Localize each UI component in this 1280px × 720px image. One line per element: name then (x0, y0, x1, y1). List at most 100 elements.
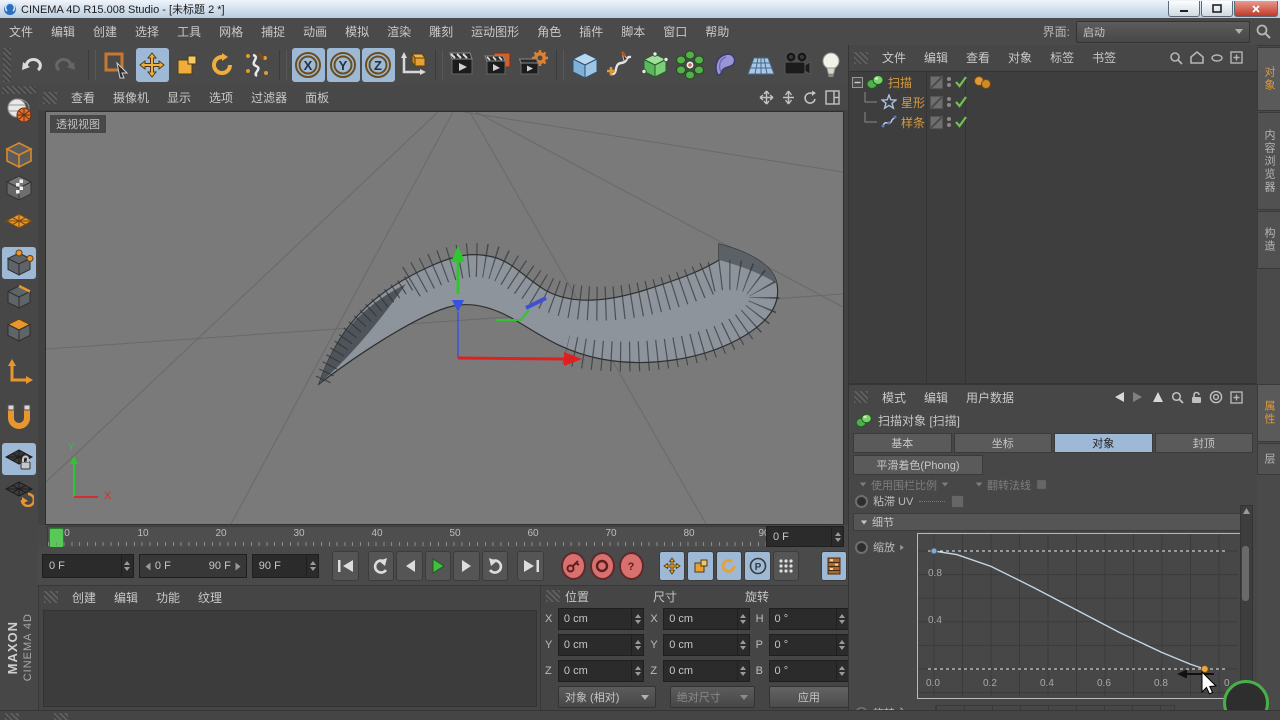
side-tab-layers[interactable]: 层 (1257, 443, 1280, 475)
toolbar-grip[interactable] (3, 48, 11, 82)
viewport-grip[interactable] (43, 92, 57, 104)
add-environment-button[interactable] (744, 48, 777, 82)
curve-end-point[interactable] (1201, 666, 1208, 673)
parent-up-icon[interactable] (1152, 391, 1164, 403)
menu-mograph[interactable]: 运动图形 (462, 18, 528, 45)
end-frame-spinner[interactable] (306, 555, 318, 577)
play-forwards-button[interactable] (482, 551, 508, 581)
frame-range-slider[interactable]: 0 F 90 F (139, 554, 247, 578)
enable-check-icon[interactable] (955, 116, 967, 128)
rot-b-field[interactable]: 0 ° (769, 660, 849, 682)
om-menu-file[interactable]: 文件 (873, 47, 915, 69)
menu-mesh[interactable]: 网格 (210, 18, 252, 45)
menu-plugins[interactable]: 插件 (570, 18, 612, 45)
add-spline-button[interactable] (604, 48, 637, 82)
menu-tools[interactable]: 工具 (168, 18, 210, 45)
collapse-icon[interactable] (852, 77, 863, 88)
om-home-icon[interactable] (1190, 51, 1204, 64)
move-tool-button[interactable] (136, 48, 169, 82)
viewport-menu-display[interactable]: 显示 (158, 87, 200, 109)
enable-check-icon[interactable] (955, 76, 967, 88)
material-menu-create[interactable]: 创建 (63, 586, 105, 608)
side-tab-attributes[interactable]: 属性 (1257, 384, 1280, 442)
am-search-icon[interactable] (1171, 391, 1184, 404)
details-section-header[interactable]: 细节 (853, 513, 1253, 531)
record-key-button[interactable] (561, 552, 586, 580)
axis-mode-button[interactable] (2, 357, 36, 389)
history-back-icon[interactable] (1112, 391, 1125, 403)
render-settings-button[interactable] (518, 48, 551, 82)
play-backwards-button[interactable] (368, 551, 394, 581)
menu-edit[interactable]: 编辑 (42, 18, 84, 45)
add-generator-button[interactable] (639, 48, 672, 82)
viewport-menu-options[interactable]: 选项 (200, 87, 242, 109)
curve-start-point[interactable] (931, 548, 937, 554)
timeline-window-button[interactable] (821, 551, 847, 581)
undo-button[interactable] (15, 48, 48, 82)
menu-file[interactable]: 文件 (0, 18, 42, 45)
visibility-dots[interactable] (947, 77, 951, 87)
model-mode-button[interactable] (2, 139, 36, 171)
render-view-button[interactable] (448, 48, 481, 82)
goto-end-button[interactable] (517, 551, 543, 581)
key-position-toggle[interactable] (659, 551, 685, 581)
apply-button[interactable]: 应用 (769, 686, 849, 708)
tab-object[interactable]: 对象 (1054, 433, 1153, 453)
search-icon[interactable] (1256, 24, 1272, 40)
material-menu-edit[interactable]: 编辑 (105, 586, 147, 608)
layer-toggle[interactable] (930, 96, 943, 109)
snap-button[interactable] (2, 401, 36, 433)
om-grip[interactable] (854, 52, 868, 64)
redo-button[interactable] (50, 48, 83, 82)
lock-icon[interactable] (1191, 391, 1202, 404)
scroll-up-icon[interactable] (1242, 507, 1251, 515)
scale-curve[interactable] (934, 551, 1205, 669)
menu-sculpt[interactable]: 雕刻 (420, 18, 462, 45)
size-z-field[interactable]: 0 cm (663, 660, 749, 682)
am-menu-mode[interactable]: 模式 (873, 386, 915, 408)
edges-mode-button[interactable] (2, 280, 36, 312)
am-newpanel-icon[interactable] (1230, 391, 1243, 404)
make-editable-button[interactable] (2, 95, 36, 127)
scale-tool-button[interactable] (171, 48, 204, 82)
om-menu-object[interactable]: 对象 (999, 47, 1041, 69)
menu-character[interactable]: 角色 (528, 18, 570, 45)
viewport-menu-camera[interactable]: 摄像机 (104, 87, 158, 109)
add-camera-button[interactable] (779, 48, 812, 82)
object-row-spline[interactable]: 样条 (849, 112, 1257, 132)
menu-render[interactable]: 渲染 (378, 18, 420, 45)
pos-z-field[interactable]: 0 cm (558, 660, 644, 682)
tab-caps[interactable]: 封顶 (1155, 433, 1254, 453)
tab-phong[interactable]: 平滑着色(Phong) (853, 455, 983, 475)
material-list-area[interactable] (43, 610, 537, 707)
previous-frame-button[interactable] (396, 551, 422, 581)
material-menu-texture[interactable]: 纹理 (189, 586, 231, 608)
viewport-canvas[interactable]: 透视视图 Y X (45, 111, 844, 525)
keyframe-options-button[interactable]: ? (619, 552, 644, 580)
om-menu-bookmarks[interactable]: 书签 (1083, 47, 1125, 69)
menu-create[interactable]: 创建 (84, 18, 126, 45)
viewport-menu-view[interactable]: 查看 (62, 87, 104, 109)
zoom-view-icon[interactable] (781, 90, 796, 105)
workplane-lock-button[interactable] (2, 443, 36, 475)
target-icon[interactable] (1209, 390, 1223, 404)
current-frame-field[interactable]: 0 F (42, 554, 134, 578)
add-deformer-button[interactable] (709, 48, 742, 82)
maximize-button[interactable] (1201, 1, 1233, 17)
coord-grip[interactable] (546, 590, 560, 602)
timeline-ruler[interactable]: 0 10 20 30 40 50 60 70 80 90 (47, 526, 773, 548)
interface-dropdown[interactable]: 启动 (1076, 21, 1250, 43)
end-frame-field[interactable]: 90 F (252, 554, 319, 578)
om-menu-edit[interactable]: 编辑 (915, 47, 957, 69)
side-tab-structure[interactable]: 构造 (1257, 211, 1280, 269)
material-grip[interactable] (44, 591, 58, 603)
menu-script[interactable]: 脚本 (612, 18, 654, 45)
viewport-menu-filter[interactable]: 过滤器 (242, 87, 296, 109)
sticky-uv-checkbox[interactable] (951, 495, 964, 508)
side-tab-objects[interactable]: 对象 (1257, 47, 1280, 111)
status-grip2[interactable] (54, 713, 68, 720)
rot-h-field[interactable]: 0 ° (769, 608, 849, 630)
view-label[interactable]: 透视视图 (50, 115, 106, 133)
am-grip[interactable] (854, 391, 868, 403)
am-menu-userdata[interactable]: 用户数据 (957, 386, 1023, 408)
